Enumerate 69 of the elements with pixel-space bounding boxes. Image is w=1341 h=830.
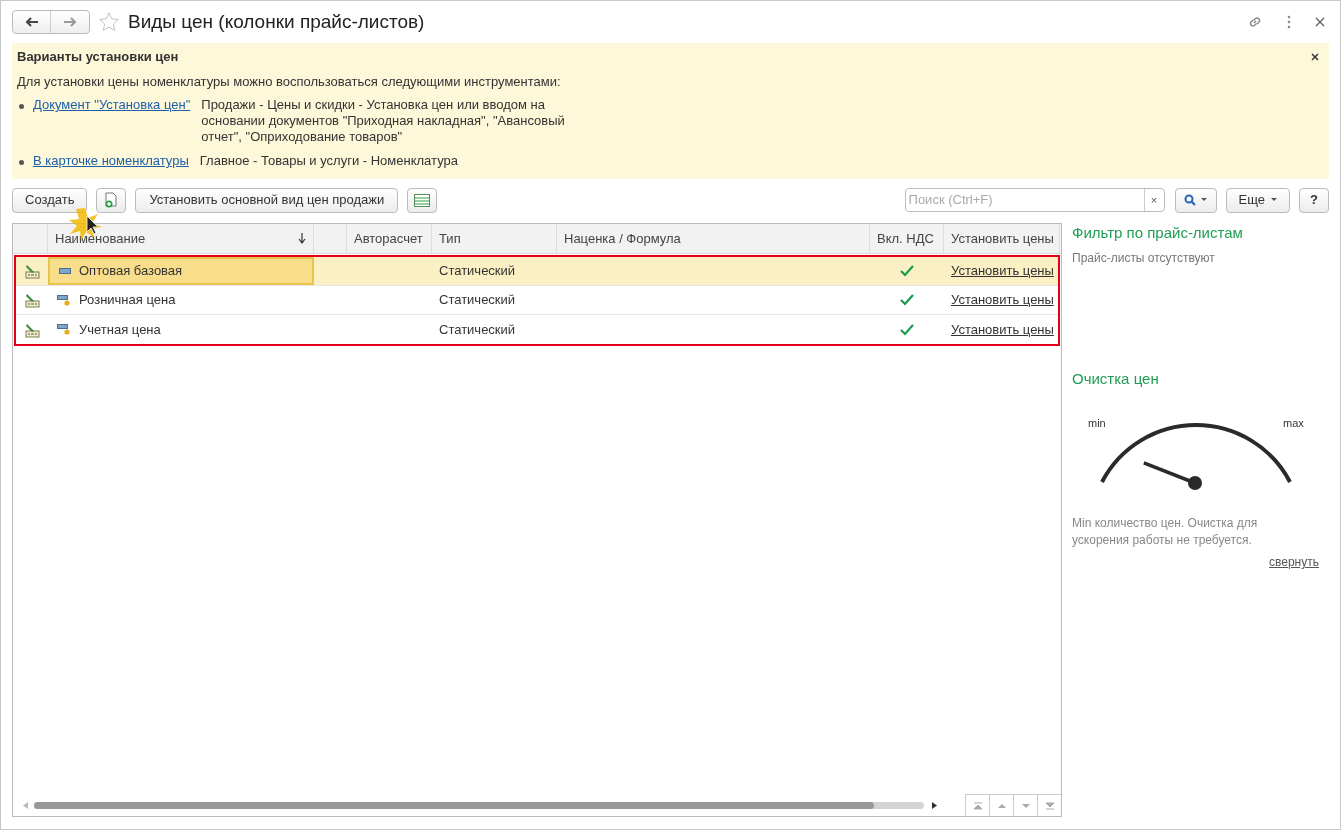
- close-icon[interactable]: [1311, 53, 1319, 61]
- list-settings-button[interactable]: [407, 187, 438, 213]
- more-button[interactable]: Еще: [1225, 187, 1290, 213]
- pencil-ledger-icon: [24, 263, 40, 279]
- clear-button[interactable]: ×: [1143, 189, 1164, 211]
- column-header[interactable]: Вкл. НДС: [870, 224, 944, 253]
- set-prices-link[interactable]: Установить цены: [951, 290, 1054, 310]
- info-title: Варианты установки цен: [17, 48, 179, 66]
- set-main-price-button[interactable]: Установить основной вид цен продажи: [135, 187, 399, 213]
- scroll-left-icon[interactable]: [23, 801, 28, 809]
- to-top-icon: [972, 801, 983, 810]
- star-icon[interactable]: [98, 11, 120, 33]
- caret-icon: [1271, 198, 1277, 202]
- search-field[interactable]: Поиск (Ctrl+F) ×: [904, 188, 1165, 212]
- to-bottom-icon: [1044, 801, 1055, 810]
- arrow-right-icon: [63, 17, 77, 27]
- caret-icon: [1201, 198, 1208, 202]
- scroll-bottom-button[interactable]: [1037, 794, 1061, 816]
- column-header[interactable]: Наценка / Формула: [557, 224, 870, 253]
- info-text: Для установки цены номенклатуры можно воспользоваться следующими инструментами:: [17, 73, 562, 91]
- column-header[interactable]: Установить цены: [944, 224, 1060, 253]
- gauge-max-label: max: [1283, 416, 1304, 431]
- dash-dot-icon: [57, 294, 71, 306]
- table-row[interactable]: Оптовая базовая Статический Установить цены: [16, 257, 1058, 286]
- column-header[interactable]: Тип: [432, 224, 557, 253]
- collapse-link[interactable]: свернуть: [1269, 553, 1319, 571]
- filter-note: Прайс-листы отсутствуют: [1072, 250, 1216, 267]
- table-cell-text: Статический: [439, 262, 516, 281]
- more-icon[interactable]: [1287, 15, 1291, 29]
- dash-icon: [59, 268, 71, 274]
- set-prices-link[interactable]: Установить цены: [951, 261, 1054, 281]
- scroll-right-icon[interactable]: [932, 801, 937, 809]
- table-cell-text: Статический: [439, 320, 516, 339]
- scroll-top-button[interactable]: [965, 794, 989, 816]
- filter-title: Фильтр по прайс-листам: [1072, 223, 1244, 243]
- scroll-down-button[interactable]: [1013, 794, 1037, 816]
- arrow-left-icon: [24, 17, 39, 27]
- up-icon: [996, 801, 1007, 810]
- link-icon[interactable]: [1247, 14, 1263, 30]
- bullet-icon: [19, 104, 24, 109]
- pencil-ledger-icon: [24, 292, 40, 308]
- table-cell-text: Статический: [439, 291, 516, 310]
- table-icon: [414, 193, 431, 207]
- window-title: Виды цен (колонки прайс-листов): [128, 9, 425, 34]
- dash-dot-icon: [57, 324, 71, 335]
- info-link[interactable]: Документ "Установка цен": [33, 97, 191, 113]
- down-icon: [1020, 801, 1031, 810]
- scroll-up-button[interactable]: [989, 794, 1013, 816]
- info-path: Главное - Товары и услуги - Номенклатура: [199, 153, 459, 169]
- set-prices-link[interactable]: Установить цены: [951, 319, 1054, 340]
- gauge-min-label: min: [1088, 416, 1106, 431]
- info-path: Продажи - Цены и скидки - Установка цен или вводом на основании документов "Приходная накладная", "Авансовый отчет", "Оприходование товаров": [201, 97, 566, 145]
- info-link[interactable]: В карточке номенклатуры: [33, 153, 189, 169]
- cleanup-title: Очистка цен: [1072, 369, 1160, 389]
- help-button[interactable]: ?: [1299, 187, 1329, 213]
- search-button[interactable]: [1174, 187, 1217, 213]
- create-button[interactable]: Создать: [12, 187, 88, 213]
- bullet-icon: [19, 160, 24, 165]
- table-cell-text: Розничная цена: [79, 291, 176, 310]
- table-cell-text: Оптовая базовая: [79, 262, 183, 281]
- add-document-button[interactable]: [96, 187, 127, 213]
- search-icon: [1184, 194, 1197, 206]
- cleanup-note: Min количество цен. Очистка для ускорения работы не требуется.: [1072, 515, 1259, 549]
- table-cell-text: Учетная цена: [79, 320, 161, 339]
- close-icon[interactable]: [1315, 17, 1325, 27]
- pencil-ledger-icon: [24, 321, 40, 338]
- add-document-icon: [104, 192, 119, 208]
- column-header[interactable]: Авторасчет: [347, 224, 432, 253]
- horizontal-scrollbar[interactable]: [34, 801, 924, 809]
